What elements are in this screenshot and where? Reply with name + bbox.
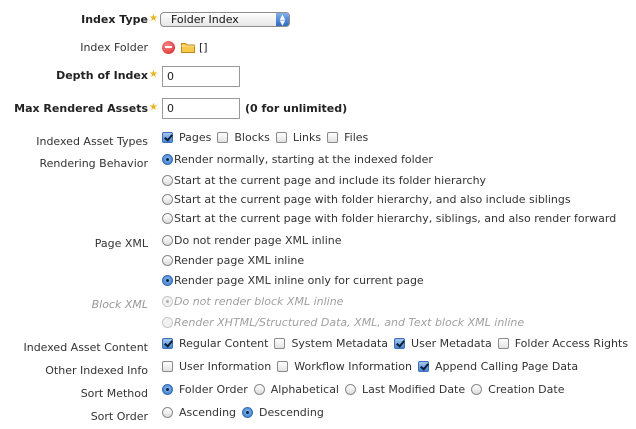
sort-order-label: Sort Order (90, 410, 148, 423)
block-xml-option-0: Do not render block XML inline (162, 295, 343, 308)
rendering-option-label: Start at the current page with folder hi… (174, 193, 571, 206)
user-information-checkbox[interactable] (162, 361, 173, 372)
append-calling-page-data-label: Append Calling Page Data (434, 360, 579, 373)
rendering-radio[interactable] (162, 194, 173, 205)
folder-order-label: Folder Order (179, 383, 248, 396)
index-type-select[interactable]: Folder Index ▲ ▼ (160, 12, 290, 27)
user-information-label: User Information (179, 360, 272, 373)
rendering-behavior-label: Rendering Behavior (39, 157, 148, 170)
page-xml-option-0[interactable]: Do not render page XML inline (162, 234, 342, 247)
alphabetical-radio[interactable] (253, 384, 265, 395)
required-star-icon: ★ (149, 13, 158, 24)
system-metadata-label: System Metadata (291, 337, 389, 350)
user-metadata-checkbox[interactable] (394, 338, 406, 349)
pages-checkbox[interactable] (162, 132, 173, 143)
descending-radio[interactable] (242, 407, 254, 418)
sort-method-label: Sort Method (80, 387, 148, 400)
page-xml-option-label: Render page XML inline only for current … (174, 274, 424, 287)
remove-icon[interactable] (162, 41, 175, 54)
max-rendered-assets-label: Max Rendered Assets (14, 102, 148, 115)
index-folder-value: [] (199, 41, 208, 54)
rendering-option-label: Start at the current page and include it… (174, 174, 487, 187)
rendering-option-2[interactable]: Start at the current page with folder hi… (162, 193, 571, 206)
links-checkbox[interactable] (275, 132, 287, 143)
workflow-information-label: Workflow Information (294, 360, 412, 373)
page-xml-option-2[interactable]: Render page XML inline only for current … (162, 274, 424, 287)
required-star-icon: ★ (149, 69, 158, 80)
indexed-asset-content-group: Regular Content System Metadata User Met… (162, 337, 628, 350)
alphabetical-label: Alphabetical (270, 383, 339, 396)
folder-icon[interactable] (181, 42, 195, 53)
rendering-option-label: Render normally, starting at the indexed… (174, 153, 433, 166)
page-xml-option-1[interactable]: Render page XML inline (162, 254, 304, 267)
block-xml-option-label: Render XHTML/Structured Data, XML, and T… (174, 316, 525, 329)
ascending-label: Ascending (179, 406, 237, 419)
rendering-option-3[interactable]: Start at the current page with folder hi… (162, 212, 616, 225)
rendering-option-1[interactable]: Start at the current page and include it… (162, 174, 486, 187)
required-star-icon: ★ (149, 102, 158, 113)
max-rendered-assets-note: (0 for unlimited) (245, 102, 348, 115)
creation-date-radio[interactable] (471, 384, 483, 395)
index-type-value: Folder Index (171, 13, 239, 26)
page-xml-radio[interactable] (162, 255, 173, 266)
regular-content-label: Regular Content (179, 337, 269, 350)
folder-order-radio[interactable] (162, 384, 173, 395)
block-xml-option-label: Do not render block XML inline (174, 295, 344, 308)
page-xml-option-label: Render page XML inline (174, 254, 305, 267)
links-label: Links (292, 131, 322, 144)
block-xml-label: Block XML (91, 298, 148, 311)
page-xml-radio[interactable] (162, 275, 173, 286)
rendering-option-0[interactable]: Render normally, starting at the indexed… (162, 153, 433, 166)
regular-content-checkbox[interactable] (162, 338, 173, 349)
last-modified-date-label: Last Modified Date (362, 383, 466, 396)
block-xml-radio (162, 296, 173, 307)
files-checkbox[interactable] (327, 132, 339, 143)
other-indexed-info-group: User Information Workflow Information Ap… (162, 360, 578, 373)
select-arrows-icon: ▲ ▼ (276, 13, 289, 27)
block-xml-option-1: Render XHTML/Structured Data, XML, and T… (162, 316, 524, 329)
indexed-asset-types-group: Pages Blocks Links Files (162, 131, 368, 144)
blocks-checkbox[interactable] (217, 132, 229, 143)
index-folder-label: Index Folder (80, 41, 148, 54)
ascending-radio[interactable] (162, 407, 173, 418)
page-xml-label: Page XML (94, 237, 148, 250)
depth-of-index-input[interactable] (162, 66, 240, 87)
max-rendered-assets-input[interactable] (162, 98, 240, 119)
sort-method-group: Folder Order Alphabetical Last Modified … (162, 383, 564, 396)
last-modified-date-radio[interactable] (345, 384, 356, 395)
workflow-information-checkbox[interactable] (277, 361, 289, 372)
rendering-radio[interactable] (162, 175, 173, 186)
rendering-radio[interactable] (162, 154, 173, 165)
user-metadata-label: User Metadata (411, 337, 492, 350)
pages-label: Pages (179, 131, 212, 144)
page-xml-option-label: Do not render page XML inline (174, 234, 342, 247)
descending-label: Descending (259, 406, 324, 419)
block-xml-radio (162, 317, 173, 328)
depth-of-index-label: Depth of Index (56, 69, 148, 82)
folder-access-rights-label: Folder Access Rights (514, 337, 629, 350)
blocks-label: Blocks (234, 131, 270, 144)
rendering-option-label: Start at the current page with folder hi… (174, 212, 617, 225)
index-type-label: Index Type (81, 13, 148, 26)
rendering-radio[interactable] (162, 213, 173, 224)
page-xml-radio[interactable] (162, 235, 173, 246)
indexed-asset-types-label: Indexed Asset Types (36, 135, 148, 148)
folder-access-rights-checkbox[interactable] (497, 338, 509, 349)
creation-date-label: Creation Date (488, 383, 565, 396)
indexed-asset-content-label: Indexed Asset Content (23, 341, 148, 354)
sort-order-group: Ascending Descending (162, 406, 324, 419)
other-indexed-info-label: Other Indexed Info (45, 364, 148, 377)
files-label: Files (344, 131, 369, 144)
system-metadata-checkbox[interactable] (274, 338, 286, 349)
append-calling-page-data-checkbox[interactable] (417, 361, 429, 372)
